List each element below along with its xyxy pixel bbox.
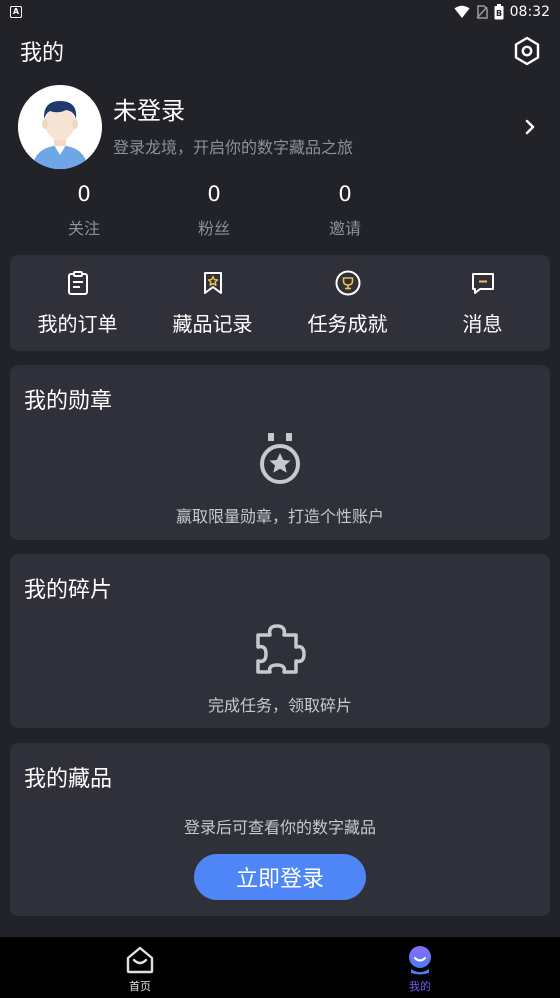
profile-name: 未登录 <box>113 96 185 125</box>
settings-button[interactable] <box>512 36 542 66</box>
profile-subtitle: 登录龙境，开启你的数字藏品之旅 <box>113 137 354 157</box>
page-title: 我的 <box>20 41 65 66</box>
medals-card[interactable]: 我的勋章 赢取限量勋章，打造个性账户 <box>10 365 550 540</box>
default-avatar-icon <box>18 85 102 169</box>
fragments-card[interactable]: 我的碎片 完成任务，领取碎片 <box>10 554 550 728</box>
stat-fans-label: 粉丝 <box>197 219 230 238</box>
bottom-tab-bar: 首页 我的 <box>0 937 560 998</box>
status-bar: A B 08:32 <box>0 0 560 24</box>
profile-text: 未登录 登录龙境，开启你的数字藏品之旅 <box>113 97 520 158</box>
collections-title: 我的藏品 <box>24 767 113 792</box>
tab-profile-label: 我的 <box>409 980 431 993</box>
stat-follow-label: 关注 <box>67 219 100 238</box>
medals-title: 我的勋章 <box>24 389 113 414</box>
fragments-description: 完成任务，领取碎片 <box>207 696 352 715</box>
profile-arrow[interactable] <box>520 117 540 137</box>
bookmark-star-icon <box>203 272 222 294</box>
stat-invite[interactable]: 0 邀请 <box>295 182 395 239</box>
clipboard-icon <box>67 271 88 295</box>
collections-description: 登录后可查看你的数字藏品 <box>183 818 376 837</box>
puzzle-icon <box>256 624 306 674</box>
quick-action-tasks[interactable]: 任务成就 <box>280 255 415 351</box>
tab-profile[interactable]: 我的 <box>280 937 560 998</box>
avatar[interactable] <box>18 85 102 169</box>
battery-icon: B <box>494 4 504 20</box>
quick-action-records-label: 藏品记录 <box>172 312 253 336</box>
tab-home[interactable]: 首页 <box>0 937 280 998</box>
home-icon <box>126 946 154 974</box>
quick-action-records[interactable]: 藏品记录 <box>145 255 280 351</box>
no-sim-icon <box>476 5 488 19</box>
profile-icon <box>409 946 431 975</box>
stat-invite-label: 邀请 <box>328 219 361 238</box>
quick-action-orders-label: 我的订单 <box>37 312 118 336</box>
stat-fans-value: 0 <box>207 182 221 206</box>
chevron-right-icon <box>525 119 535 135</box>
quick-action-orders[interactable]: 我的订单 <box>10 255 145 351</box>
quick-action-messages[interactable]: 消息 <box>415 255 550 351</box>
collections-card: 我的藏品 登录后可查看你的数字藏品 立即登录 <box>10 743 550 916</box>
notification-badge: A <box>10 6 22 18</box>
medals-description: 赢取限量勋章，打造个性账户 <box>175 507 384 526</box>
stat-follow-value: 0 <box>77 182 91 206</box>
stat-follow[interactable]: 0 关注 <box>34 182 134 239</box>
status-left: A <box>10 6 22 18</box>
quick-action-tasks-label: 任务成就 <box>307 312 388 336</box>
profile-row[interactable]: 未登录 登录龙境，开启你的数字藏品之旅 <box>0 84 560 170</box>
medal-icon <box>260 433 300 484</box>
battery-label: B <box>496 9 502 18</box>
trophy-icon <box>335 270 360 296</box>
status-right: B 08:32 <box>454 4 550 20</box>
header: 我的 <box>0 30 560 72</box>
tab-home-label: 首页 <box>129 980 151 993</box>
wifi-icon <box>454 5 470 18</box>
quick-action-messages-label: 消息 <box>462 312 503 336</box>
quick-actions-card: 我的订单 藏品记录 任务成就 消息 <box>10 255 550 351</box>
stat-invite-value: 0 <box>338 182 352 206</box>
settings-icon <box>514 36 540 66</box>
stat-fans[interactable]: 0 粉丝 <box>164 182 264 239</box>
login-button[interactable]: 立即登录 <box>194 854 366 900</box>
status-time: 08:32 <box>509 4 550 20</box>
stats-row: 0 关注 0 粉丝 0 邀请 <box>0 182 560 242</box>
message-icon <box>471 273 494 294</box>
fragments-title: 我的碎片 <box>24 578 113 603</box>
